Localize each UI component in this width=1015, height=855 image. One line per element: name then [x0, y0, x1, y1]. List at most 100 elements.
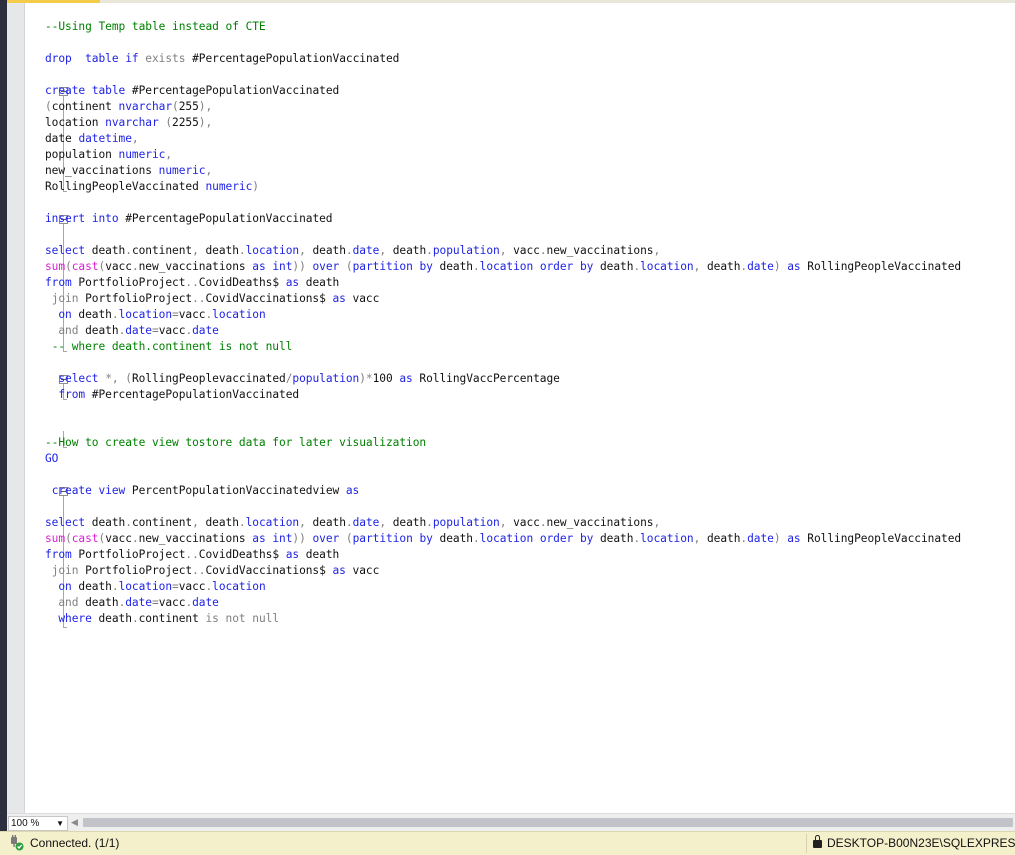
- code-token: ): [773, 260, 781, 273]
- zoom-value: 100 %: [11, 818, 40, 829]
- code-token: if: [118, 52, 139, 65]
- code-token: #PercentagePopulationVaccinated: [185, 52, 400, 65]
- code-line[interactable]: from #PercentagePopulationVaccinated: [45, 387, 299, 403]
- zoom-select[interactable]: 100 % ▼: [8, 816, 68, 831]
- code-token: on: [58, 580, 72, 593]
- code-token: #PercentagePopulationVaccinated: [118, 212, 333, 225]
- code-line[interactable]: GO: [45, 451, 58, 467]
- code-line[interactable]: select death.continent, death.location, …: [45, 515, 660, 531]
- code-line[interactable]: --Using Temp table instead of CTE: [45, 19, 266, 35]
- code-token: as: [345, 484, 360, 497]
- code-token: death: [432, 532, 474, 545]
- code-line[interactable]: -- where death.continent is not null: [45, 339, 293, 355]
- query-editor[interactable]: --Using Temp table instead of CTE drop ta…: [25, 3, 1015, 813]
- code-token: death: [299, 276, 340, 289]
- code-token: as: [787, 260, 801, 273]
- code-line[interactable]: population numeric,: [45, 147, 172, 163]
- code-token: as: [332, 292, 346, 305]
- code-token: vacc: [345, 564, 380, 577]
- code-token: RollingPeopleVaccinated: [800, 532, 962, 545]
- code-line[interactable]: where death.continent is not null: [45, 611, 279, 627]
- code-line[interactable]: drop table if exists #PercentagePopulati…: [45, 51, 399, 67]
- code-token: .: [131, 612, 139, 625]
- code-line[interactable]: on death.location=vacc.location: [45, 579, 265, 595]
- code-line[interactable]: --How to create view tostore data for la…: [45, 435, 426, 451]
- code-token: death: [299, 548, 340, 561]
- code-token: .: [111, 580, 119, 593]
- code-token: death: [593, 260, 634, 273]
- code-line[interactable]: location nvarchar (2255),: [45, 115, 212, 131]
- code-line[interactable]: on death.location=vacc.location: [45, 307, 265, 323]
- code-token: cast: [71, 532, 99, 545]
- lock-icon: [813, 835, 822, 848]
- code-token: from: [45, 548, 72, 561]
- code-token: death: [305, 516, 346, 529]
- code-token: 2255: [172, 116, 199, 129]
- code-token: by: [419, 532, 433, 545]
- code-token: PortfolioProject: [71, 276, 186, 289]
- code-line[interactable]: join PortfolioProject..CovidVaccinations…: [45, 563, 380, 579]
- code-token: death: [85, 244, 126, 257]
- code-token: PortfolioProject: [78, 292, 193, 305]
- code-token: date: [192, 596, 219, 609]
- code-token: death: [198, 244, 239, 257]
- code-token: as: [285, 548, 300, 561]
- code-token: ..: [185, 276, 199, 289]
- code-line[interactable]: insert into #PercentagePopulationVaccina…: [45, 211, 333, 227]
- code-token: .: [426, 244, 433, 257]
- code-token: =: [152, 324, 159, 337]
- code-token: date: [125, 324, 152, 337]
- code-token: new_vaccinations: [546, 516, 654, 529]
- code-token: ): [252, 180, 259, 193]
- horizontal-scrollbar[interactable]: 100 % ▼ ◀: [7, 813, 1015, 831]
- code-token: (: [65, 260, 72, 273]
- dropdown-caret-icon: ▼: [56, 819, 64, 828]
- code-line[interactable]: create view PercentPopulationVaccinatedv…: [45, 483, 360, 499]
- code-line[interactable]: date datetime,: [45, 131, 139, 147]
- code-token: RollingVaccPercentage: [412, 372, 560, 385]
- code-token: --Using Temp table instead of CTE: [45, 20, 266, 33]
- code-token: view: [98, 484, 126, 497]
- window-frame-left: [0, 0, 7, 854]
- code-line[interactable]: new_vaccinations numeric,: [45, 163, 212, 179]
- code-token: vacc: [178, 308, 206, 321]
- code-line[interactable]: select *, (RollingPeoplevaccinated/popul…: [45, 371, 560, 387]
- code-token: int: [272, 532, 293, 545]
- code-line[interactable]: create table #PercentagePopulationVaccin…: [45, 83, 339, 99]
- code-line[interactable]: sum(cast(vacc.new_vaccinations as int)) …: [45, 259, 961, 275]
- code-token: .: [238, 516, 246, 529]
- code-token: ,: [165, 148, 173, 161]
- code-token: population: [432, 516, 500, 529]
- code-token: location: [45, 116, 106, 129]
- code-token: .: [131, 532, 139, 545]
- code-token: exists: [138, 52, 186, 65]
- code-line[interactable]: from PortfolioProject..CovidDeaths$ as d…: [45, 547, 339, 563]
- code-line[interactable]: from PortfolioProject..CovidDeaths$ as d…: [45, 275, 339, 291]
- code-line[interactable]: RollingPeopleVaccinated numeric): [45, 179, 259, 195]
- code-token: table: [85, 52, 119, 65]
- code-line[interactable]: join PortfolioProject..CovidVaccinations…: [45, 291, 380, 307]
- code-token: death: [593, 532, 634, 545]
- code-token: vacc: [178, 580, 206, 593]
- code-token: ,: [205, 164, 213, 177]
- scrollbar-thumb[interactable]: [83, 818, 1013, 827]
- code-token: ,: [299, 244, 306, 257]
- code-line[interactable]: select death.continent, death.location, …: [45, 243, 660, 259]
- code-token: as: [332, 564, 346, 577]
- code-line[interactable]: (continent nvarchar(255),: [45, 99, 212, 115]
- code-token: ): [773, 532, 781, 545]
- code-token: new_vaccinations: [138, 260, 253, 273]
- code-token: from: [58, 388, 86, 401]
- code-line[interactable]: and death.date=vacc.date: [45, 595, 219, 611]
- code-token: death: [386, 244, 427, 257]
- scroll-left-arrow-icon[interactable]: ◀: [71, 815, 78, 830]
- code-token: over: [312, 532, 340, 545]
- code-token: as: [787, 532, 801, 545]
- code-line[interactable]: sum(cast(vacc.new_vaccinations as int)) …: [45, 531, 961, 547]
- code-token: )*: [359, 372, 373, 385]
- code-line[interactable]: and death.date=vacc.date: [45, 323, 219, 339]
